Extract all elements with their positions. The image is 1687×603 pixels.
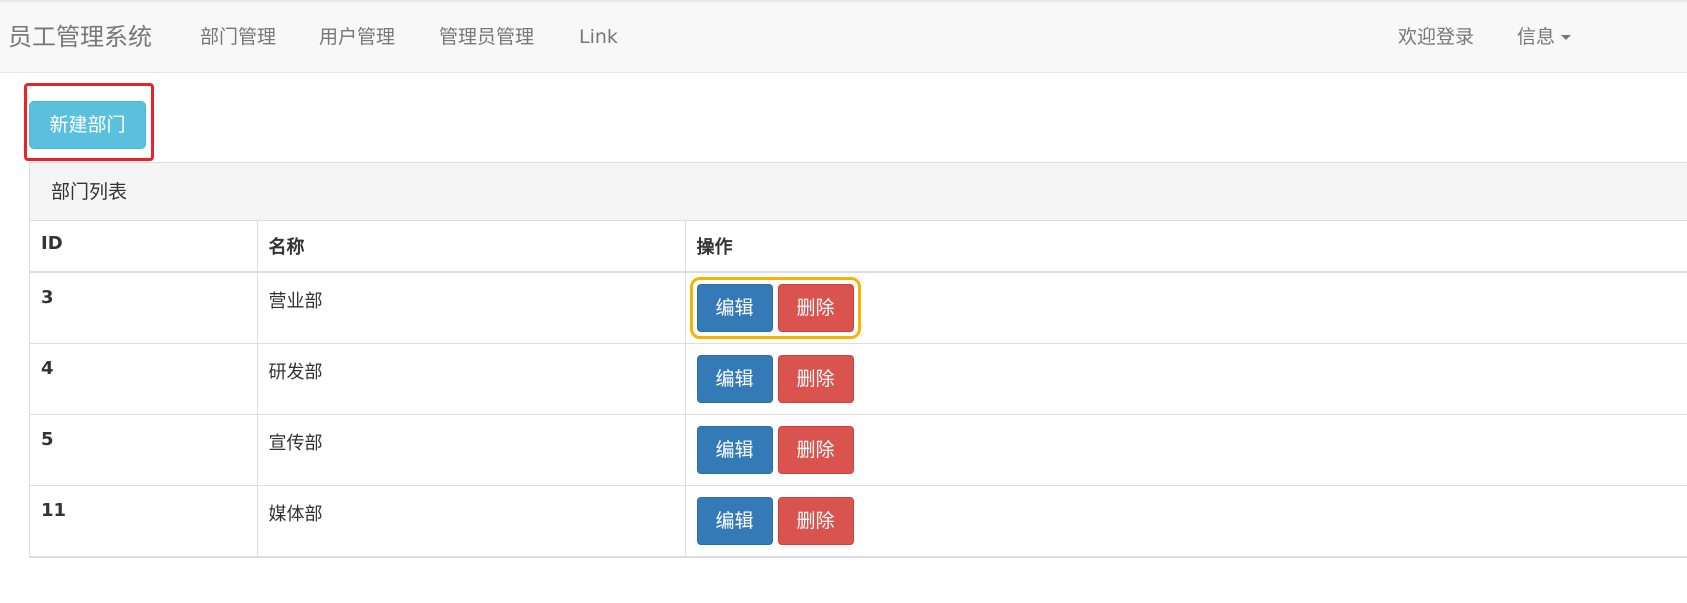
row-actions: 编辑 删除 (685, 343, 1687, 415)
actions-group: 编辑 删除 (696, 354, 854, 403)
navbar: 员工管理系统 部门管理 用户管理 管理员管理 Link 欢迎登录 信息 (0, 0, 1687, 73)
row-actions: 编辑 删除 (685, 272, 1687, 344)
row-actions: 编辑 删除 (685, 414, 1687, 486)
edit-button[interactable]: 编辑 (696, 354, 773, 403)
table-row: 3 营业部 编辑 删除 (30, 272, 1687, 344)
edit-button[interactable]: 编辑 (696, 284, 773, 332)
header-id: ID (30, 221, 258, 273)
row-name: 宣传部 (257, 414, 686, 486)
actions-highlight: 编辑 删除 (689, 277, 861, 339)
nav-link-admin[interactable]: 管理员管理 (439, 2, 534, 73)
nav-dropdown-info-label: 信息 (1517, 26, 1556, 48)
edit-button[interactable]: 编辑 (696, 425, 773, 474)
actions-group: 编辑 删除 (696, 425, 854, 474)
nav-dropdown-info[interactable]: 信息 (1517, 2, 1572, 73)
delete-button[interactable]: 删除 (777, 496, 854, 545)
actions-group: 编辑 删除 (696, 496, 854, 545)
panel-title: 部门列表 (30, 163, 1687, 221)
header-actions: 操作 (685, 221, 1687, 273)
new-department-highlight: 新建部门 (24, 83, 154, 161)
delete-button[interactable]: 删除 (777, 284, 854, 332)
caret-down-icon (1561, 35, 1572, 40)
delete-button[interactable]: 删除 (777, 425, 854, 474)
table-row: 5 宣传部 编辑 删除 (30, 414, 1687, 486)
row-id: 4 (30, 343, 258, 415)
row-name: 媒体部 (257, 485, 686, 557)
edit-button[interactable]: 编辑 (696, 496, 773, 545)
row-id: 11 (30, 485, 258, 557)
row-actions: 编辑 删除 (685, 485, 1687, 557)
delete-button[interactable]: 删除 (777, 354, 854, 403)
nav-link-department[interactable]: 部门管理 (200, 2, 276, 73)
row-name: 营业部 (257, 272, 686, 344)
brand-title[interactable]: 员工管理系统 (8, 2, 152, 73)
nav-link-welcome[interactable]: 欢迎登录 (1398, 2, 1474, 73)
table-row: 11 媒体部 编辑 删除 (30, 485, 1687, 557)
nav-link-link[interactable]: Link (579, 2, 618, 73)
row-id: 5 (30, 414, 258, 486)
nav-link-user[interactable]: 用户管理 (319, 2, 395, 73)
department-panel: 部门列表 ID 名称 操作 3 营业部 编辑 删除 4 研发部 编辑 删除 5 … (29, 162, 1687, 558)
table-header-row: ID 名称 操作 (30, 221, 1687, 273)
row-name: 研发部 (257, 343, 686, 415)
table-row: 4 研发部 编辑 删除 (30, 343, 1687, 415)
department-table: ID 名称 操作 3 营业部 编辑 删除 4 研发部 编辑 删除 5 宣传部 编… (30, 221, 1687, 557)
row-id: 3 (30, 272, 258, 344)
header-name: 名称 (257, 221, 686, 273)
new-department-button[interactable]: 新建部门 (29, 101, 146, 149)
